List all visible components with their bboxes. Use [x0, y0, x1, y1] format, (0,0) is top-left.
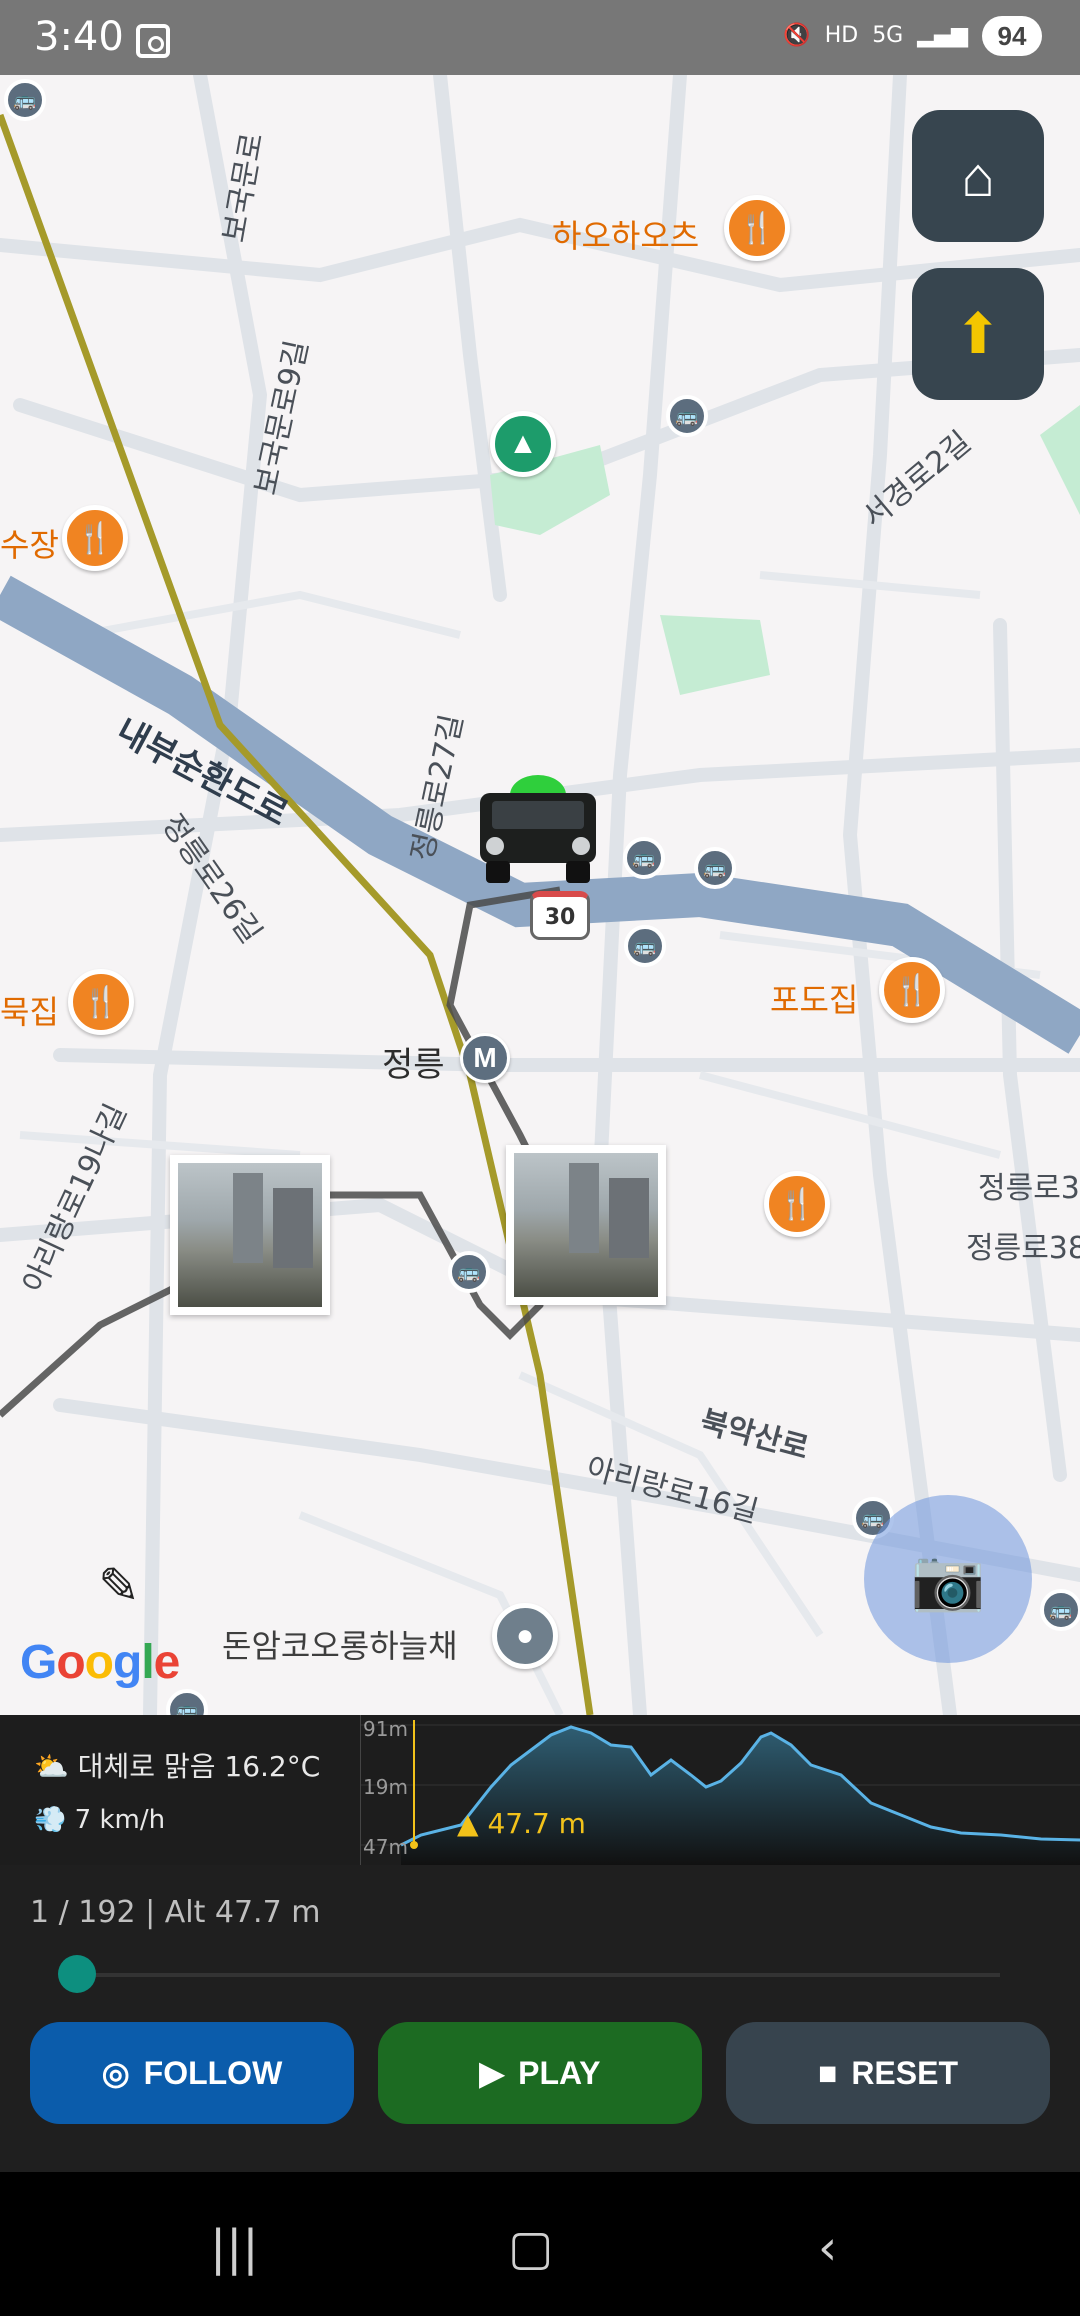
photo-thumbnail[interactable]	[170, 1155, 330, 1315]
vehicle-marker	[472, 775, 604, 895]
back-icon[interactable]: ‹	[818, 2220, 837, 2276]
follow-button[interactable]: ◎ FOLLOW	[30, 2022, 354, 2124]
road-label-jeongneung38: 정릉로38	[966, 1231, 1080, 1266]
subway-station-icon[interactable]: M	[460, 1033, 510, 1083]
bus-stop-icon[interactable]: 🚌	[623, 837, 665, 879]
stop-icon: ■	[817, 2054, 838, 2091]
elevation-chart[interactable]: 91m 19m 47m ▲ 47.7 m	[360, 1715, 1080, 1865]
progress-text: 1 / 192 | Alt 47.7 m	[30, 1895, 321, 1930]
poi-label-podojip: 포도집	[770, 981, 859, 1019]
axis-label-bottom: 47m	[363, 1835, 408, 1859]
home-nav-icon[interactable]: ▢	[508, 2220, 553, 2276]
battery-level: 94	[982, 16, 1042, 56]
restaurant-pin[interactable]: 🍴	[879, 957, 945, 1023]
weather-icon: ⛅	[34, 1750, 69, 1783]
poi-label-haohaochu: 하오하오츠	[552, 217, 700, 255]
wind-icon: 💨	[34, 1805, 67, 1835]
play-button[interactable]: ▶ PLAY	[378, 2022, 702, 2124]
restaurant-pin[interactable]: 🍴	[724, 195, 790, 261]
restaurant-pin[interactable]: 🍴	[68, 969, 134, 1035]
restaurant-pin[interactable]: 🍴	[62, 505, 128, 571]
status-icons: 🔇 HD 5G ▂▄▆ 94	[783, 16, 1042, 56]
park-pin[interactable]: ▲	[490, 411, 556, 477]
pencil-icon[interactable]: ✎	[98, 1557, 140, 1615]
restaurant-pin[interactable]: 🍴	[764, 1171, 830, 1237]
reset-button[interactable]: ■ RESET	[726, 2022, 1050, 2124]
hd-voice-icon: HD	[824, 23, 859, 48]
poi-label-donam: 돈암코오롱하늘채	[222, 1627, 458, 1665]
station-label: 정릉	[382, 1045, 445, 1085]
progress-slider-track[interactable]	[78, 1973, 1000, 1977]
arrow-up-icon: ⬆	[954, 302, 1002, 365]
bus-stop-icon[interactable]: 🚌	[448, 1251, 490, 1293]
poi-label-mukjip: 묵집	[0, 993, 59, 1031]
play-icon: ▶	[479, 2055, 505, 2091]
place-pin[interactable]: ●	[492, 1603, 558, 1669]
current-altitude: ▲ 47.7 m	[457, 1807, 586, 1840]
speed-limit-sign: 30	[530, 891, 590, 940]
screenshot-icon	[136, 24, 170, 58]
mute-icon: 🔇	[783, 23, 811, 48]
poi-label-sujang: 수장	[0, 526, 59, 564]
5g-icon: 5G	[872, 23, 904, 48]
home-button[interactable]: ⌂	[912, 110, 1044, 242]
photo-thumbnail[interactable]	[506, 1145, 666, 1305]
axis-label-mid: 19m	[363, 1775, 408, 1799]
recent-apps-icon[interactable]: |||	[210, 2220, 259, 2276]
road-label-jeongneung3: 정릉로3	[978, 1171, 1080, 1206]
camera-button[interactable]: 📷	[864, 1495, 1032, 1663]
status-bar: 3:40 🔇 HD 5G ▂▄▆ 94	[0, 0, 1080, 75]
bus-stop-icon[interactable]: 🚌	[666, 395, 708, 437]
status-time: 3:40	[34, 14, 124, 60]
bus-stop-icon[interactable]: 🚌	[624, 925, 666, 967]
system-nav-bar: ||| ▢ ‹	[0, 2172, 1080, 2316]
follow-icon: ◎	[101, 2055, 130, 2091]
wind-text: 💨 7 km/h	[34, 1805, 166, 1835]
map-view[interactable]: 내부순환도로 정릉로27길 정릉로26길 서경로2길 보국문로 보국문로9길 아…	[0, 75, 1080, 1715]
weather-text: ⛅ 대체로 맑음 16.2°C	[34, 1750, 321, 1783]
axis-label-top: 91m	[363, 1717, 408, 1741]
bus-stop-icon[interactable]: 🚌	[694, 847, 736, 889]
google-logo: Google	[20, 1636, 180, 1689]
direction-button[interactable]: ⬆	[912, 268, 1044, 400]
progress-slider-knob[interactable]	[58, 1955, 96, 1993]
signal-icon: ▂▄▆	[917, 23, 968, 48]
bus-stop-icon[interactable]: 🚌	[1040, 1589, 1080, 1631]
camera-icon: 📷	[910, 1545, 986, 1613]
bus-stop-icon[interactable]: 🚌	[4, 79, 46, 121]
info-panel: ⛅ 대체로 맑음 16.2°C 💨 7 km/h 91m 19m 47m ▲ 4…	[0, 1715, 1080, 1865]
home-icon: ⌂	[961, 144, 995, 208]
playback-controls: 1 / 192 | Alt 47.7 m ◎ FOLLOW ▶ PLAY ■ R…	[0, 1865, 1080, 2172]
